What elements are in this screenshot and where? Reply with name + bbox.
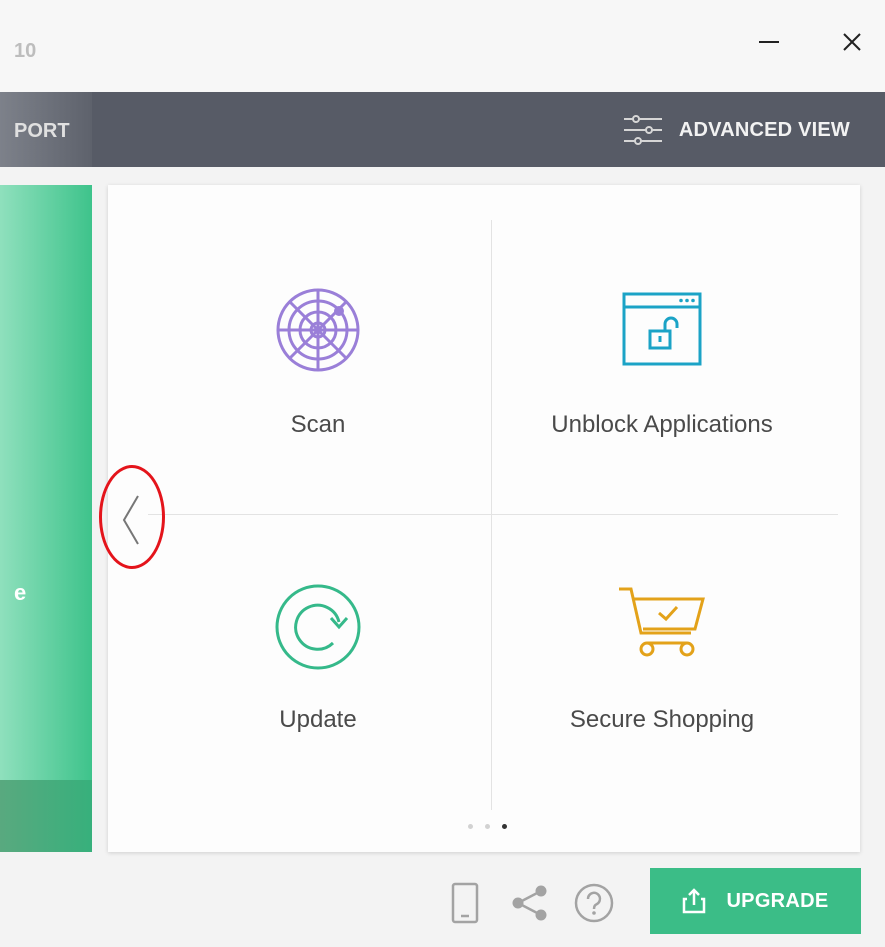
tasks-card: Scan Unblock Applications Update Secure … [108,185,860,852]
upgrade-button[interactable]: UPGRADE [650,868,861,934]
help-icon [574,883,614,923]
unlock-window-icon [622,292,702,366]
top-nav-bar: PORT ADVANCED VIEW [0,92,885,167]
secure-shopping-label: Secure Shopping [569,706,755,733]
shopping-cart-check-icon [619,587,705,657]
close-icon [843,33,861,51]
upgrade-label: UPGRADE [726,889,829,912]
update-label: Update [279,706,357,733]
update-tile[interactable]: Update [148,550,488,810]
title-bar: 10 [0,0,885,92]
advanced-view-label: ADVANCED VIEW [678,118,850,141]
help-button[interactable] [573,882,615,929]
advanced-view-button[interactable]: ADVANCED VIEW [623,108,850,152]
unblock-applications-tile[interactable]: Unblock Applications [492,255,832,515]
share-icon [512,885,547,921]
upload-share-icon [683,888,706,914]
scan-tile[interactable]: Scan [148,255,488,515]
minimize-icon [759,41,779,43]
minimize-button[interactable] [745,20,793,64]
scan-label: Scan [290,411,346,438]
highlight-annotation-circle [99,465,165,569]
radar-scan-icon [276,288,360,372]
window-title: 10 [14,40,37,62]
home-panel-footer [0,780,92,852]
page-dot-1[interactable] [468,824,473,829]
page-dot-2[interactable] [485,824,490,829]
mobile-icon [451,882,479,924]
pagination-dots [468,824,507,829]
refresh-circle-icon [275,584,361,670]
home-panel-text: e [14,580,27,605]
nav-item-support[interactable]: PORT [0,92,92,167]
nav-item-support-label: PORT [14,120,70,142]
home-panel[interactable]: e [0,185,92,852]
secure-shopping-tile[interactable]: Secure Shopping [492,550,832,810]
sliders-icon [623,115,662,145]
share-button[interactable] [509,882,551,929]
close-button[interactable] [828,20,876,64]
page-dot-3[interactable] [502,824,507,829]
unblock-applications-label: Unblock Applications [551,411,773,438]
mobile-button[interactable] [450,882,480,929]
